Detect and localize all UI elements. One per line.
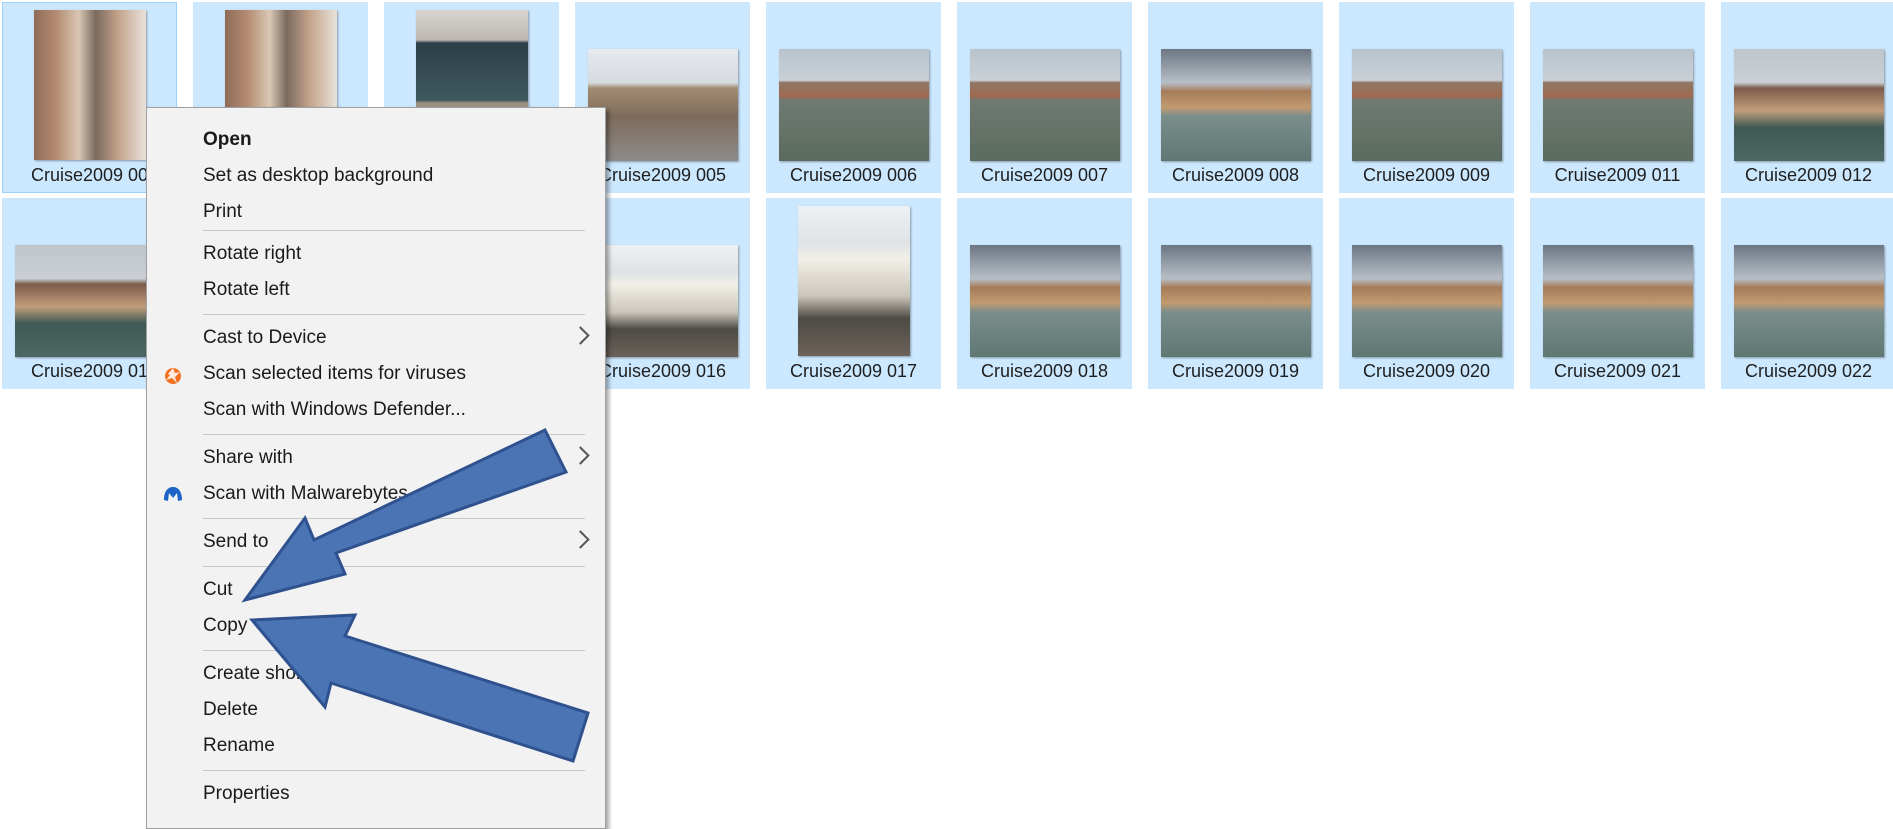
menu-item-label: Create shortcut: [203, 663, 333, 684]
menu-item-label: Scan selected items for viruses: [203, 363, 466, 384]
file-name-label: Cruise2009 017: [789, 361, 918, 381]
menu-item-scan-defender[interactable]: Scan with Windows Defender...: [147, 392, 605, 428]
file-tile[interactable]: Cruise2009 007: [957, 2, 1132, 193]
menu-separator: [203, 230, 585, 231]
thumbnail-image: [1542, 49, 1693, 161]
menu-item-label: Open: [203, 129, 252, 150]
file-name-label: Cruise2009 018: [980, 361, 1109, 381]
menu-item-label: Cut: [203, 579, 233, 600]
menu-item-send-to[interactable]: Send to: [147, 524, 605, 560]
thumbnail-image: [969, 245, 1120, 357]
file-tile[interactable]: Cruise2009 021: [1530, 198, 1705, 389]
file-tile[interactable]: Cruise2009 012: [1721, 2, 1893, 193]
thumbnail-image: [1542, 245, 1693, 357]
menu-item-scan-malwarebytes[interactable]: Scan with Malwarebytes: [147, 476, 605, 512]
file-tile[interactable]: Cruise2009 018: [957, 198, 1132, 389]
menu-item-label: Properties: [203, 783, 290, 804]
menu-separator: [203, 314, 585, 315]
menu-item-label: Send to: [203, 531, 269, 552]
file-tile[interactable]: Cruise2009 020: [1339, 198, 1514, 389]
menu-item-share-with[interactable]: Share with: [147, 440, 605, 476]
menu-item-label: Rotate left: [203, 279, 290, 300]
menu-item-create-shortcut[interactable]: Create shortcut: [147, 656, 605, 692]
menu-item-label: Share with: [203, 447, 293, 468]
menu-item-label: Delete: [203, 699, 258, 720]
menu-item-label: Set as desktop background: [203, 165, 434, 186]
menu-item-scan-viruses[interactable]: Scan selected items for viruses: [147, 356, 605, 392]
menu-separator: [203, 518, 585, 519]
menu-item-set-desktop-background[interactable]: Set as desktop background: [147, 158, 605, 194]
menu-item-label: Copy: [203, 615, 248, 636]
menu-separator: [203, 566, 585, 567]
file-tile[interactable]: Cruise2009 017: [766, 198, 941, 389]
thumbnail-image: [1733, 49, 1884, 161]
file-tile[interactable]: Cruise2009 011: [1530, 2, 1705, 193]
thumbnail-image: [969, 49, 1120, 161]
thumbnail-image: [1733, 245, 1884, 357]
menu-item-delete[interactable]: Delete: [147, 692, 605, 728]
menu-item-label: Rotate right: [203, 243, 302, 264]
thumbnail-image: [1160, 245, 1311, 357]
menu-item-cut[interactable]: Cut: [147, 572, 605, 608]
menu-item-label: Cast to Device: [203, 327, 327, 348]
file-name-label: Cruise2009 009: [1362, 165, 1491, 185]
menu-separator: [203, 434, 585, 435]
menu-item-rotate-left[interactable]: Rotate left: [147, 272, 605, 308]
menu-item-label: Print: [203, 201, 243, 222]
file-tile[interactable]: Cruise2009 022: [1721, 198, 1893, 389]
thumbnail-image: [33, 10, 146, 160]
menu-item-copy[interactable]: Copy: [147, 608, 605, 644]
file-tile[interactable]: Cruise2009 008: [1148, 2, 1323, 193]
thumbnail-image: [1351, 245, 1502, 357]
thumbnail-image: [778, 49, 929, 161]
file-name-label: Cruise2009 007: [980, 165, 1109, 185]
menu-item-open[interactable]: Open: [147, 122, 605, 158]
thumbnail-image: [14, 245, 165, 357]
thumbnail-image: [587, 49, 738, 161]
file-name-label: Cruise2009 011: [1554, 165, 1681, 185]
file-name-label: Cruise2009 022: [1744, 361, 1873, 381]
thumbnail-image: [587, 245, 738, 357]
thumbnail-image: [797, 206, 910, 356]
file-name-label: Cruise2009 012: [1744, 165, 1873, 185]
context-menu: Open Set as desktop background Print Rot…: [146, 107, 606, 829]
menu-separator: [203, 770, 585, 771]
menu-item-label: Scan with Windows Defender...: [203, 399, 466, 420]
file-name-label: Cruise2009 006: [789, 165, 918, 185]
menu-item-cast-to-device[interactable]: Cast to Device: [147, 320, 605, 356]
menu-item-print[interactable]: Print: [147, 194, 605, 230]
chevron-right-icon: [571, 530, 590, 549]
file-tile[interactable]: Cruise2009 009: [1339, 2, 1514, 193]
malwarebytes-icon: [162, 483, 184, 505]
menu-item-label: Rename: [203, 735, 275, 756]
file-tile[interactable]: Cruise2009 006: [766, 2, 941, 193]
menu-item-properties[interactable]: Properties: [147, 776, 605, 812]
file-name-label: Cruise2009 021: [1553, 361, 1682, 381]
file-name-label: Cruise2009 020: [1362, 361, 1491, 381]
avast-icon: [162, 363, 184, 385]
chevron-right-icon: [571, 326, 590, 345]
thumbnail-image: [1351, 49, 1502, 161]
file-tile[interactable]: Cruise2009 019: [1148, 198, 1323, 389]
thumbnail-image: [1160, 49, 1311, 161]
menu-item-rotate-right[interactable]: Rotate right: [147, 236, 605, 272]
menu-item-label: Scan with Malwarebytes: [203, 483, 408, 504]
file-name-label: Cruise2009 008: [1171, 165, 1300, 185]
chevron-right-icon: [571, 446, 590, 465]
menu-item-rename[interactable]: Rename: [147, 728, 605, 764]
file-name-label: Cruise2009 019: [1171, 361, 1300, 381]
menu-separator: [203, 650, 585, 651]
